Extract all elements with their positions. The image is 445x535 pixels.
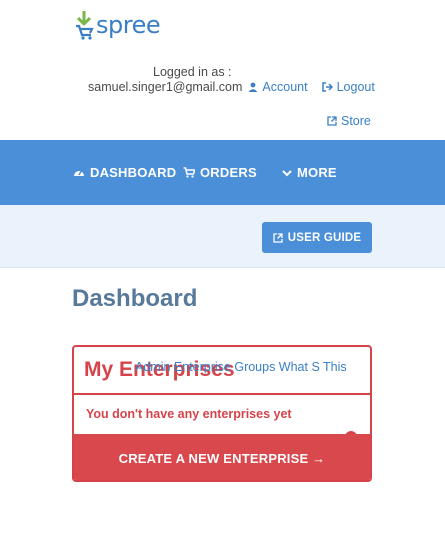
spree-logo-icon xyxy=(76,11,94,40)
create-enterprise-button[interactable]: CREATE A NEW ENTERPRISE → xyxy=(74,434,370,480)
panel-header: My Enterprises Admin Enterprise Groups W… xyxy=(74,347,370,395)
user-guide-button-label: USER GUIDE xyxy=(287,231,362,244)
nav-more[interactable]: MORE xyxy=(282,165,337,180)
nav-dashboard-label: DASHBOARD xyxy=(90,165,177,180)
user-guide-button[interactable]: USER GUIDE xyxy=(262,222,372,253)
enterprises-panel: My Enterprises Admin Enterprise Groups W… xyxy=(72,345,372,482)
enterprise-groups-help-link[interactable]: Admin Enterprise Groups What S This xyxy=(135,360,347,374)
nav-dashboard[interactable]: DASHBOARD xyxy=(73,165,176,180)
user-email: samuel.singer1@gmail.com xyxy=(88,80,243,94)
page-toolbar: USER GUIDE xyxy=(0,205,445,268)
page-title: Dashboard xyxy=(72,285,198,312)
external-link-icon xyxy=(273,232,283,243)
nav-more-label: MORE xyxy=(297,165,337,180)
logged-in-label: Logged in as : xyxy=(153,65,232,79)
store-link[interactable]: Store xyxy=(327,114,371,128)
user-icon xyxy=(248,82,258,92)
account-link-label: Account xyxy=(262,80,308,94)
chevron-down-icon xyxy=(282,169,292,176)
account-link[interactable]: Account xyxy=(248,80,308,94)
header: spree Logged in as : samuel.singer1@gmai… xyxy=(0,0,445,140)
dashboard-icon xyxy=(74,170,84,176)
nav-orders-label: ORDERS xyxy=(200,165,257,180)
store-row: Store xyxy=(327,114,371,129)
cart-icon xyxy=(183,167,195,178)
sign-out-icon xyxy=(321,82,333,92)
nav-orders[interactable]: ORDERS xyxy=(183,165,257,180)
logout-link-label: Logout xyxy=(336,80,375,94)
store-link-label: Store xyxy=(341,114,371,128)
spree-logo[interactable]: spree xyxy=(74,10,161,40)
user-row: samuel.singer1@gmail.com Account Logout xyxy=(88,80,375,94)
external-link-icon xyxy=(327,116,337,126)
empty-state-message: You don't have any enterprises yet xyxy=(86,407,292,421)
main-nav: DASHBOARD ORDERS MORE xyxy=(0,140,445,205)
logo-text: spree xyxy=(96,11,161,39)
logout-link[interactable]: Logout xyxy=(321,80,375,94)
